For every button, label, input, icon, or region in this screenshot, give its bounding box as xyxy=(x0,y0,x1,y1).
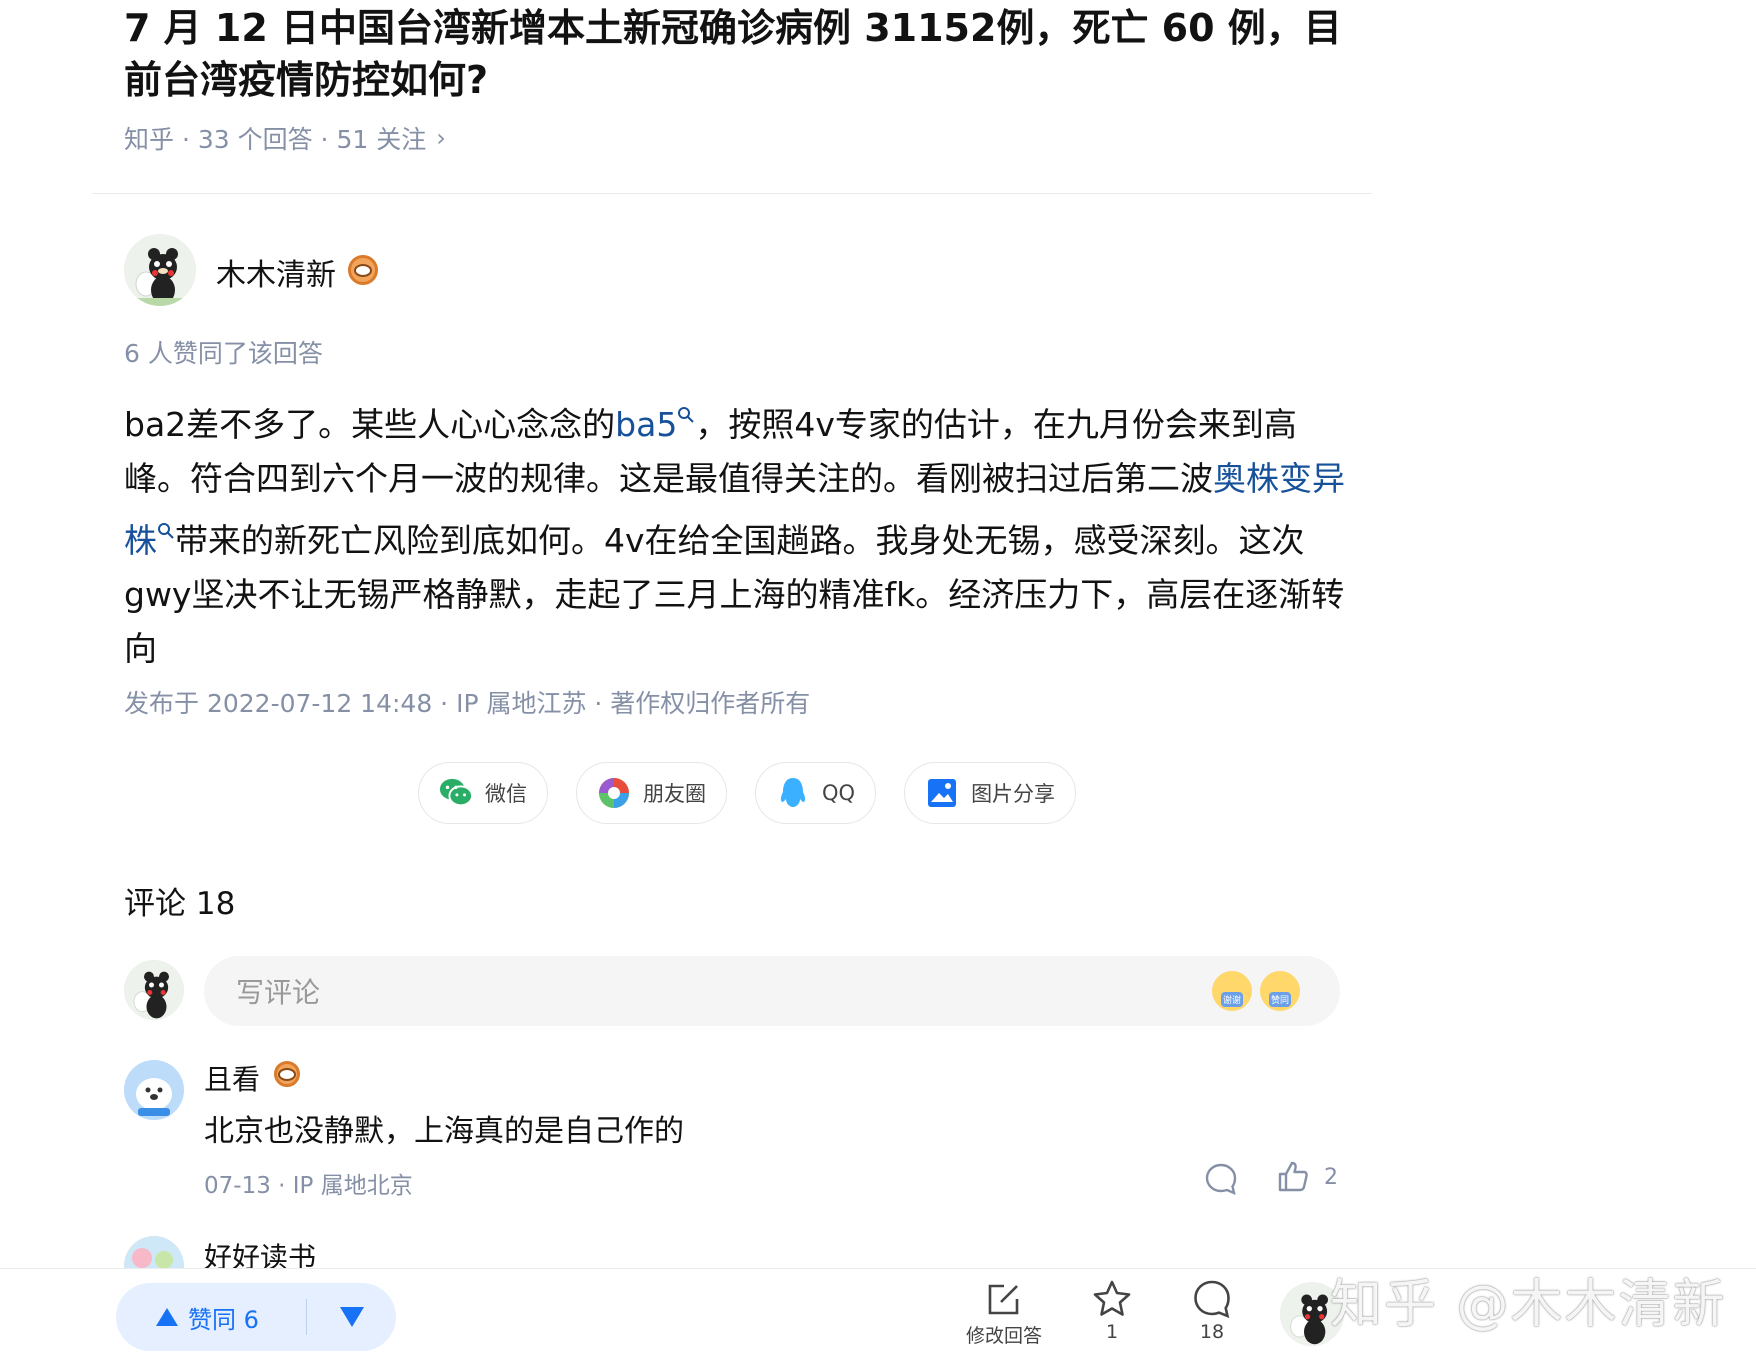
emoji-agree-button[interactable]: 赞同 xyxy=(1260,971,1300,1011)
chevron-right-icon: › xyxy=(436,124,446,152)
question-title[interactable]: 7 月 12 日中国台湾新增本土新冠确诊病例 31152例，死亡 60 例，目前… xyxy=(124,2,1344,106)
answer-content: ba2差不多了。某些人心心念念的ba5 ，按照4v专家的估计，在九月份会来到高峰。… xyxy=(124,390,1354,676)
bear-avatar-icon xyxy=(124,960,184,1020)
emoji-thanks-button[interactable]: 谢谢 xyxy=(1212,971,1252,1011)
downvote-button[interactable] xyxy=(307,1307,396,1327)
my-avatar xyxy=(124,960,184,1020)
emoji-agree-label: 赞同 xyxy=(1268,992,1291,1007)
moments-icon xyxy=(597,776,631,810)
wechat-icon xyxy=(439,776,473,810)
share-moments-label: 朋友圈 xyxy=(643,782,706,806)
comment-input-placeholder: 写评论 xyxy=(236,976,321,1009)
polar-bear-avatar-icon xyxy=(124,1060,184,1120)
share-moments-button[interactable]: 朋友圈 xyxy=(576,762,727,824)
search-icon[interactable] xyxy=(157,521,175,545)
comment-bubble-icon xyxy=(1194,1280,1230,1319)
agree-count-text: 6 人赞同了该回答 xyxy=(124,339,323,368)
downvote-triangle-icon xyxy=(339,1307,364,1327)
upvote-label: 赞同 6 xyxy=(188,1305,259,1334)
commenter-avatar[interactable] xyxy=(124,1060,184,1120)
share-qq-button[interactable]: QQ xyxy=(755,762,877,824)
comment-count: 18 xyxy=(1199,1321,1225,1343)
comments-title: 评论 18 xyxy=(124,886,236,922)
question-meta-text: 知乎 · 33 个回答 · 51 关注 xyxy=(124,125,427,154)
search-icon[interactable] xyxy=(677,405,695,429)
creator-badge-icon[interactable] xyxy=(348,255,378,285)
answer-text-part: 带来的新死亡风险到底如何。4v在给全国趟路。我身处无锡，感受深刻。这次gwy坚决… xyxy=(124,521,1345,668)
author-avatar[interactable] xyxy=(124,234,196,306)
comment-like-count: 2 xyxy=(1324,1164,1338,1190)
comment-like-button[interactable]: 2 xyxy=(1276,1160,1338,1194)
vote-control: 赞同 6 xyxy=(116,1283,396,1351)
upvote-triangle-icon xyxy=(156,1308,178,1326)
favorite-count: 1 xyxy=(1105,1321,1119,1343)
share-image-label: 图片分享 xyxy=(971,782,1056,806)
share-row: 微信 朋友圈 QQ 图片分享 xyxy=(418,762,1077,824)
share-image-button[interactable]: 图片分享 xyxy=(904,762,1077,824)
comment-meta: 07-13 · IP 属地北京 xyxy=(204,1173,413,1199)
share-wechat-button[interactable]: 微信 xyxy=(418,762,548,824)
commenter-name[interactable]: 且看 xyxy=(204,1058,260,1098)
publish-info: 发布于 2022-07-12 14:48 · IP 属地江苏 · 著作权归作者所… xyxy=(124,689,811,718)
upvote-button[interactable]: 赞同 6 xyxy=(116,1300,306,1335)
thumbs-up-icon xyxy=(1278,1161,1308,1192)
share-qq-label: QQ xyxy=(822,781,856,805)
star-icon xyxy=(1093,1280,1131,1316)
reply-icon[interactable] xyxy=(1204,1162,1238,1200)
comment-button[interactable]: 18 xyxy=(1192,1279,1232,1343)
emoji-thanks-label: 谢谢 xyxy=(1220,992,1243,1007)
question-meta[interactable]: 知乎 · 33 个回答 · 51 关注 › xyxy=(124,120,446,156)
favorite-button[interactable]: 1 xyxy=(1092,1279,1132,1343)
divider xyxy=(92,193,1372,194)
keyword-link-ba5[interactable]: ba5 xyxy=(615,405,677,444)
author-name[interactable]: 木木清新 xyxy=(216,250,336,294)
comment-input[interactable]: 写评论 谢谢 赞同 xyxy=(204,956,1340,1026)
watermark: 知乎 @木木清新 xyxy=(1330,1275,1727,1335)
edit-answer-button[interactable]: 修改回答 xyxy=(966,1279,1042,1348)
bear-avatar-icon xyxy=(124,234,196,306)
zhihu-answer-page: 7 月 12 日中国台湾新增本土新冠确诊病例 31152例，死亡 60 例，目前… xyxy=(0,0,1756,1363)
image-icon xyxy=(925,776,959,810)
share-wechat-label: 微信 xyxy=(485,782,527,806)
edit-answer-label: 修改回答 xyxy=(966,1325,1043,1347)
qq-icon xyxy=(776,776,810,810)
creator-badge-icon[interactable] xyxy=(274,1061,300,1087)
comment-text: 北京也没静默，上海真的是自己作的 xyxy=(204,1114,684,1149)
edit-icon xyxy=(988,1284,1019,1315)
answer-text-part: ba2差不多了。某些人心心念念的 xyxy=(124,405,616,444)
